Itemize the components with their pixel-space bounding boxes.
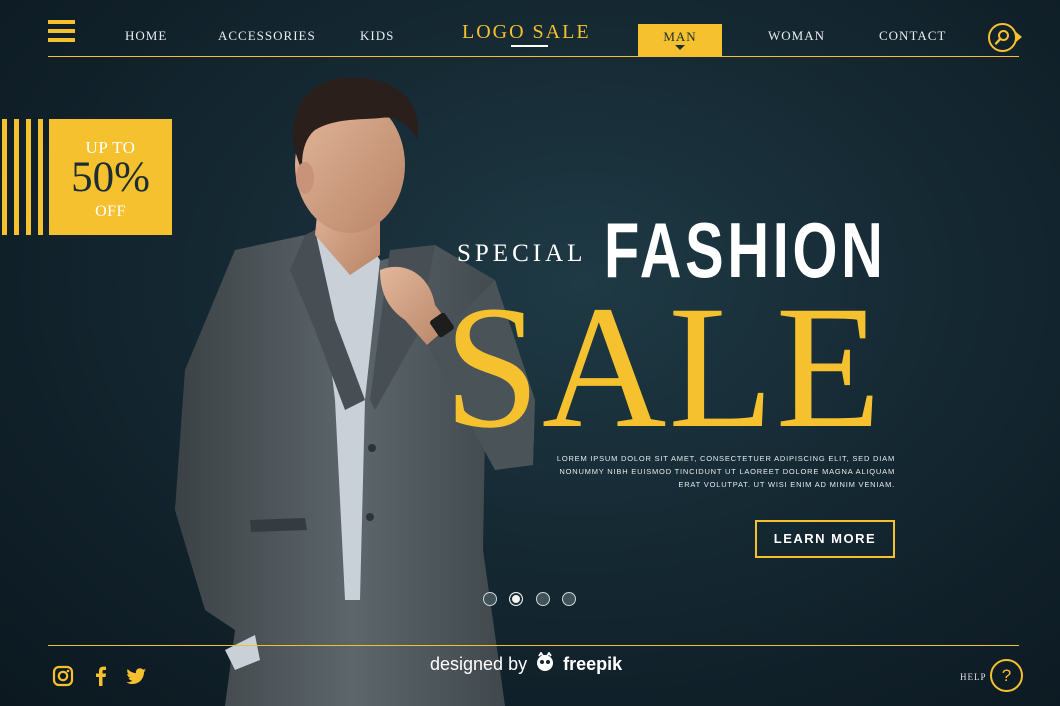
credit-prefix: designed by [430,654,528,674]
designer-credit: designed by freepik [430,651,623,675]
search-button[interactable] [988,23,1022,52]
promo-badge: UP TO 50% OFF [49,119,172,235]
search-pointer-icon [1016,32,1022,42]
freepik-logo-icon [537,651,554,671]
facebook-icon[interactable] [90,665,112,687]
header-divider [48,56,1019,57]
help-label: HELP [960,672,987,682]
promo-stripes [2,119,46,235]
footer-divider [48,645,1019,646]
nav-man[interactable]: MAN [638,24,722,57]
hamburger-icon[interactable] [48,20,75,44]
slider-dot-2[interactable] [509,592,523,606]
nav-man-label: MAN [663,29,697,44]
nav-kids[interactable]: KIDS [360,28,394,44]
headline-sale: SALE [444,270,884,465]
caret-down-icon [675,45,685,50]
nav-accessories[interactable]: ACCESSORIES [218,28,316,44]
instagram-icon[interactable] [52,665,74,687]
logo[interactable]: LOGO SALE [462,21,591,44]
learn-more-button[interactable]: LEARN MORE [755,520,895,558]
credit-brand: freepik [563,654,623,674]
header: HOME ACCESSORIES KIDS LOGO SALE MAN WOMA… [0,0,1060,58]
slider-dot-4[interactable] [562,592,576,606]
nav-contact[interactable]: CONTACT [879,28,946,44]
slider-dot-3[interactable] [536,592,550,606]
help-button[interactable]: ? [990,659,1023,692]
nav-home[interactable]: HOME [125,28,167,44]
slider-dot-1[interactable] [483,592,497,606]
search-icon [994,30,1009,45]
nav-woman[interactable]: WOMAN [768,28,825,44]
promo-off: OFF [95,203,126,220]
logo-underline [511,45,548,47]
hero-description: LOREM IPSUM DOLOR SIT AMET, CONSECTETUER… [556,454,895,489]
promo-percent: 50% [71,154,150,201]
twitter-icon[interactable] [125,665,147,687]
headline-special: SPECIAL [457,240,587,267]
